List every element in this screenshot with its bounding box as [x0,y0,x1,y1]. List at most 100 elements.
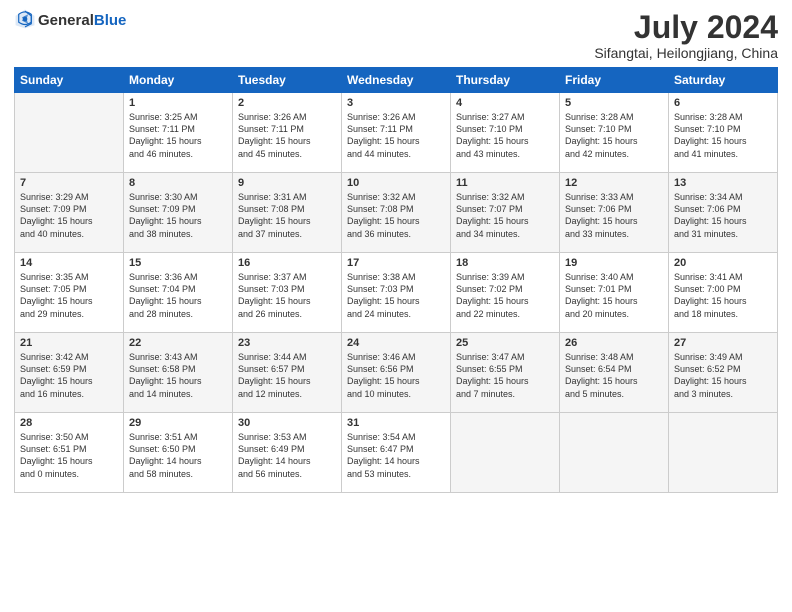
calendar-week-4: 21 Sunrise: 3:42 AMSunset: 6:59 PMDayligh… [15,333,778,413]
day-info: Sunrise: 3:48 AMSunset: 6:54 PMDaylight:… [565,351,663,400]
calendar-cell: 21 Sunrise: 3:42 AMSunset: 6:59 PMDayligh… [15,333,124,413]
day-number: 30 [238,417,336,429]
day-info: Sunrise: 3:32 AMSunset: 7:08 PMDaylight:… [347,191,445,240]
day-info: Sunrise: 3:33 AMSunset: 7:06 PMDaylight:… [565,191,663,240]
calendar-cell: 16 Sunrise: 3:37 AMSunset: 7:03 PMDayligh… [233,253,342,333]
day-number: 19 [565,257,663,269]
day-number: 14 [20,257,118,269]
calendar-cell: 22 Sunrise: 3:43 AMSunset: 6:58 PMDayligh… [124,333,233,413]
page-container: GeneralBlue July 2024 Sifangtai, Heilong… [0,0,792,503]
day-number: 5 [565,97,663,109]
day-number: 10 [347,177,445,189]
day-info: Sunrise: 3:26 AMSunset: 7:11 PMDaylight:… [238,111,336,160]
day-info: Sunrise: 3:41 AMSunset: 7:00 PMDaylight:… [674,271,772,320]
day-info: Sunrise: 3:49 AMSunset: 6:52 PMDaylight:… [674,351,772,400]
day-info: Sunrise: 3:43 AMSunset: 6:58 PMDaylight:… [129,351,227,400]
calendar-cell: 10 Sunrise: 3:32 AMSunset: 7:08 PMDayligh… [342,173,451,253]
day-number: 15 [129,257,227,269]
day-info: Sunrise: 3:34 AMSunset: 7:06 PMDaylight:… [674,191,772,240]
calendar-cell: 26 Sunrise: 3:48 AMSunset: 6:54 PMDayligh… [560,333,669,413]
day-number: 24 [347,337,445,349]
day-number: 3 [347,97,445,109]
day-info: Sunrise: 3:50 AMSunset: 6:51 PMDaylight:… [20,431,118,480]
logo-general: General [38,12,94,29]
day-number: 27 [674,337,772,349]
day-number: 21 [20,337,118,349]
calendar-cell: 25 Sunrise: 3:47 AMSunset: 6:55 PMDayligh… [451,333,560,413]
day-number: 29 [129,417,227,429]
day-number: 22 [129,337,227,349]
calendar-cell: 24 Sunrise: 3:46 AMSunset: 6:56 PMDayligh… [342,333,451,413]
calendar-cell [669,413,778,493]
day-number: 31 [347,417,445,429]
day-number: 26 [565,337,663,349]
calendar-week-2: 7 Sunrise: 3:29 AMSunset: 7:09 PMDaylight… [15,173,778,253]
calendar-cell [451,413,560,493]
calendar-cell: 5 Sunrise: 3:28 AMSunset: 7:10 PMDaylight… [560,93,669,173]
calendar-cell: 28Sunrise: 3:50 AMSunset: 6:51 PMDayligh… [15,413,124,493]
calendar-header: Sunday Monday Tuesday Wednesday Thursday… [15,68,778,93]
calendar-cell: 3 Sunrise: 3:26 AMSunset: 7:11 PMDaylight… [342,93,451,173]
day-info: Sunrise: 3:37 AMSunset: 7:03 PMDaylight:… [238,271,336,320]
day-number: 25 [456,337,554,349]
calendar-cell [15,93,124,173]
day-info: Sunrise: 3:28 AMSunset: 7:10 PMDaylight:… [565,111,663,160]
location: Sifangtai, Heilongjiang, China [594,45,778,61]
calendar-cell: 13Sunrise: 3:34 AMSunset: 7:06 PMDayligh… [669,173,778,253]
logo-blue: Blue [94,12,127,29]
day-info: Sunrise: 3:29 AMSunset: 7:09 PMDaylight:… [20,191,118,240]
day-number: 2 [238,97,336,109]
month-year: July 2024 [594,10,778,45]
day-info: Sunrise: 3:27 AMSunset: 7:10 PMDaylight:… [456,111,554,160]
calendar-cell: 30 Sunrise: 3:53 AMSunset: 6:49 PMDayligh… [233,413,342,493]
day-number: 11 [456,177,554,189]
col-monday: Monday [124,68,233,93]
logo: GeneralBlue [14,10,126,32]
day-number: 16 [238,257,336,269]
day-number: 7 [20,177,118,189]
calendar-cell: 31 Sunrise: 3:54 AMSunset: 6:47 PMDayligh… [342,413,451,493]
day-info: Sunrise: 3:54 AMSunset: 6:47 PMDaylight:… [347,431,445,480]
calendar-week-3: 14 Sunrise: 3:35 AMSunset: 7:05 PMDayligh… [15,253,778,333]
day-number: 23 [238,337,336,349]
day-number: 18 [456,257,554,269]
day-info: Sunrise: 3:53 AMSunset: 6:49 PMDaylight:… [238,431,336,480]
day-info: Sunrise: 3:28 AMSunset: 7:10 PMDaylight:… [674,111,772,160]
day-info: Sunrise: 3:36 AMSunset: 7:04 PMDaylight:… [129,271,227,320]
col-wednesday: Wednesday [342,68,451,93]
day-info: Sunrise: 3:40 AMSunset: 7:01 PMDaylight:… [565,271,663,320]
calendar-cell: 20Sunrise: 3:41 AMSunset: 7:00 PMDayligh… [669,253,778,333]
calendar-week-5: 28Sunrise: 3:50 AMSunset: 6:51 PMDayligh… [15,413,778,493]
day-info: Sunrise: 3:42 AMSunset: 6:59 PMDaylight:… [20,351,118,400]
calendar-cell: 11 Sunrise: 3:32 AMSunset: 7:07 PMDayligh… [451,173,560,253]
calendar-cell: 23Sunrise: 3:44 AMSunset: 6:57 PMDayligh… [233,333,342,413]
day-info: Sunrise: 3:26 AMSunset: 7:11 PMDaylight:… [347,111,445,160]
general-blue-logo-icon [14,8,36,30]
col-saturday: Saturday [669,68,778,93]
day-info: Sunrise: 3:25 AMSunset: 7:11 PMDaylight:… [129,111,227,160]
logo-text: GeneralBlue [38,13,126,30]
day-info: Sunrise: 3:38 AMSunset: 7:03 PMDaylight:… [347,271,445,320]
calendar-cell: 1 Sunrise: 3:25 AMSunset: 7:11 PMDaylight… [124,93,233,173]
day-info: Sunrise: 3:32 AMSunset: 7:07 PMDaylight:… [456,191,554,240]
day-number: 6 [674,97,772,109]
calendar-cell: 18Sunrise: 3:39 AMSunset: 7:02 PMDayligh… [451,253,560,333]
title-block: July 2024 Sifangtai, Heilongjiang, China [594,10,778,61]
calendar-cell [560,413,669,493]
calendar-week-1: 1 Sunrise: 3:25 AMSunset: 7:11 PMDaylight… [15,93,778,173]
day-info: Sunrise: 3:47 AMSunset: 6:55 PMDaylight:… [456,351,554,400]
day-number: 17 [347,257,445,269]
day-number: 1 [129,97,227,109]
day-info: Sunrise: 3:46 AMSunset: 6:56 PMDaylight:… [347,351,445,400]
calendar-cell: 17 Sunrise: 3:38 AMSunset: 7:03 PMDayligh… [342,253,451,333]
calendar-cell: 12Sunrise: 3:33 AMSunset: 7:06 PMDayligh… [560,173,669,253]
day-number: 9 [238,177,336,189]
day-info: Sunrise: 3:35 AMSunset: 7:05 PMDaylight:… [20,271,118,320]
calendar-cell: 15 Sunrise: 3:36 AMSunset: 7:04 PMDayligh… [124,253,233,333]
day-info: Sunrise: 3:30 AMSunset: 7:09 PMDaylight:… [129,191,227,240]
calendar-cell: 19 Sunrise: 3:40 AMSunset: 7:01 PMDayligh… [560,253,669,333]
calendar-cell: 2 Sunrise: 3:26 AMSunset: 7:11 PMDaylight… [233,93,342,173]
calendar-cell: 9Sunrise: 3:31 AMSunset: 7:08 PMDaylight… [233,173,342,253]
calendar-cell: 29Sunrise: 3:51 AMSunset: 6:50 PMDayligh… [124,413,233,493]
calendar-cell: 27 Sunrise: 3:49 AMSunset: 6:52 PMDayligh… [669,333,778,413]
